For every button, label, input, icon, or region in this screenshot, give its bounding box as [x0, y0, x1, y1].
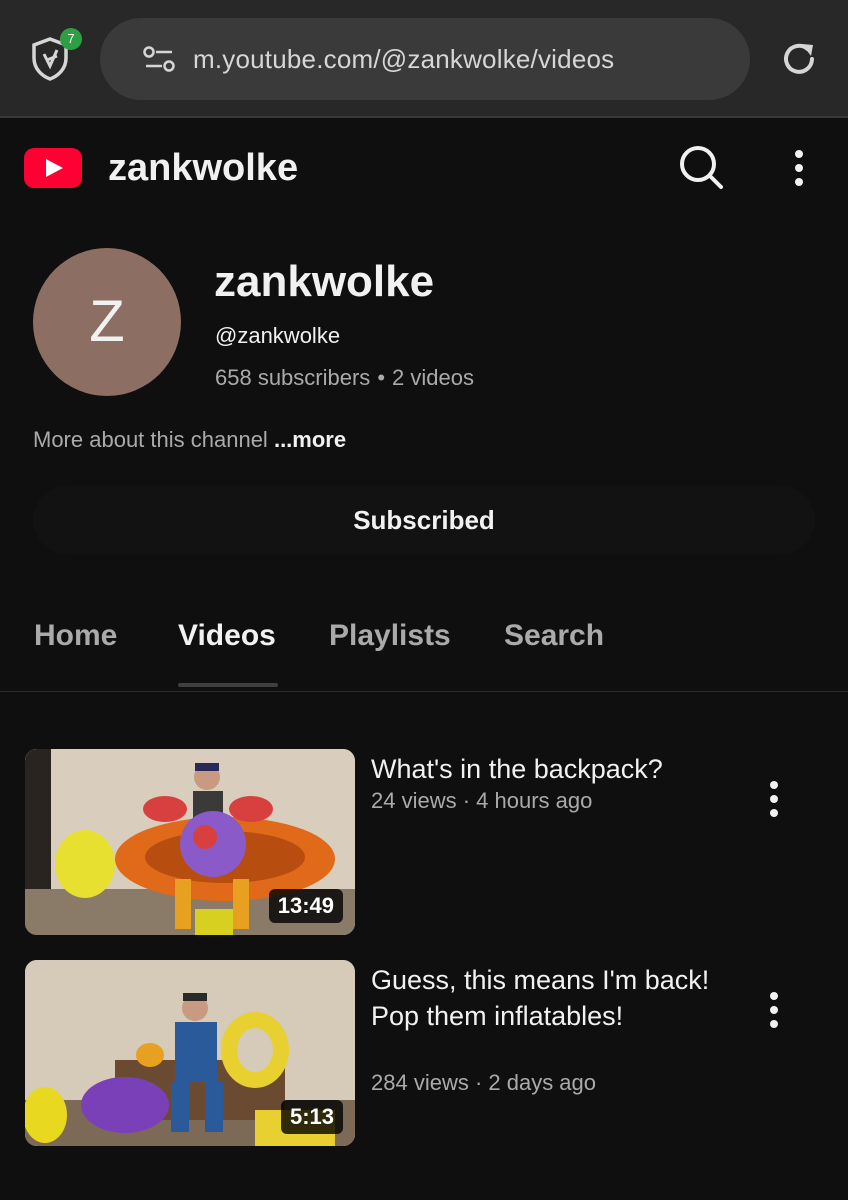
channel-tabs: Home Videos Playlists Search: [0, 600, 848, 692]
video-title[interactable]: What's in the backpack?: [371, 751, 711, 787]
tab-videos[interactable]: Videos: [178, 619, 276, 653]
video-meta: 24 views · 4 hours ago: [371, 788, 593, 813]
browser-toolbar: 7 m.youtube.com/@zankwolke/videos: [0, 0, 848, 118]
header-channel-title: zankwolke: [108, 147, 299, 189]
video-duration: 13:49: [268, 889, 343, 923]
youtube-header: zankwolke: [0, 120, 848, 216]
channel-avatar[interactable]: Z: [33, 248, 181, 396]
shield-badge: 7: [60, 28, 82, 50]
channel-about[interactable]: More about this channel ...more: [33, 427, 346, 453]
more-options-icon[interactable]: [784, 148, 814, 188]
video-count: 2 videos: [392, 365, 474, 390]
video-item[interactable]: 13:49 What's in the backpack? 24 views ·…: [0, 749, 848, 935]
stats-separator: •: [377, 365, 386, 390]
subscriber-count: 658 subscribers: [215, 365, 371, 390]
video-meta: 284 views · 2 days ago: [371, 1070, 597, 1095]
video-title[interactable]: Guess, this means I'm back! Pop them inf…: [371, 962, 711, 1034]
search-icon[interactable]: [676, 142, 726, 192]
video-item[interactable]: 5:13 Guess, this means I'm back! Pop the…: [0, 960, 848, 1146]
address-bar[interactable]: m.youtube.com/@zankwolke/videos: [100, 18, 750, 100]
channel-stats: 658 subscribers • 2 videos: [215, 365, 474, 391]
active-tab-indicator: [178, 683, 278, 687]
video-menu-icon[interactable]: [764, 780, 784, 820]
video-thumbnail[interactable]: 13:49: [25, 749, 355, 935]
channel-name: zankwolke: [214, 257, 435, 306]
site-settings-icon[interactable]: [142, 45, 176, 73]
tab-playlists[interactable]: Playlists: [329, 619, 451, 653]
url-text[interactable]: m.youtube.com/@zankwolke/videos: [193, 44, 614, 75]
subscribed-button[interactable]: Subscribed: [33, 486, 815, 554]
channel-handle: @zankwolke: [215, 323, 341, 348]
video-menu-icon[interactable]: [764, 991, 784, 1031]
video-duration: 5:13: [280, 1100, 343, 1134]
tab-home[interactable]: Home: [34, 619, 117, 653]
more-link[interactable]: ...more: [274, 427, 346, 452]
about-text[interactable]: More about this channel: [33, 427, 268, 452]
youtube-logo-icon[interactable]: [24, 148, 82, 188]
tab-search[interactable]: Search: [504, 619, 604, 653]
video-thumbnail[interactable]: 5:13: [25, 960, 355, 1146]
reload-icon[interactable]: [778, 38, 820, 80]
